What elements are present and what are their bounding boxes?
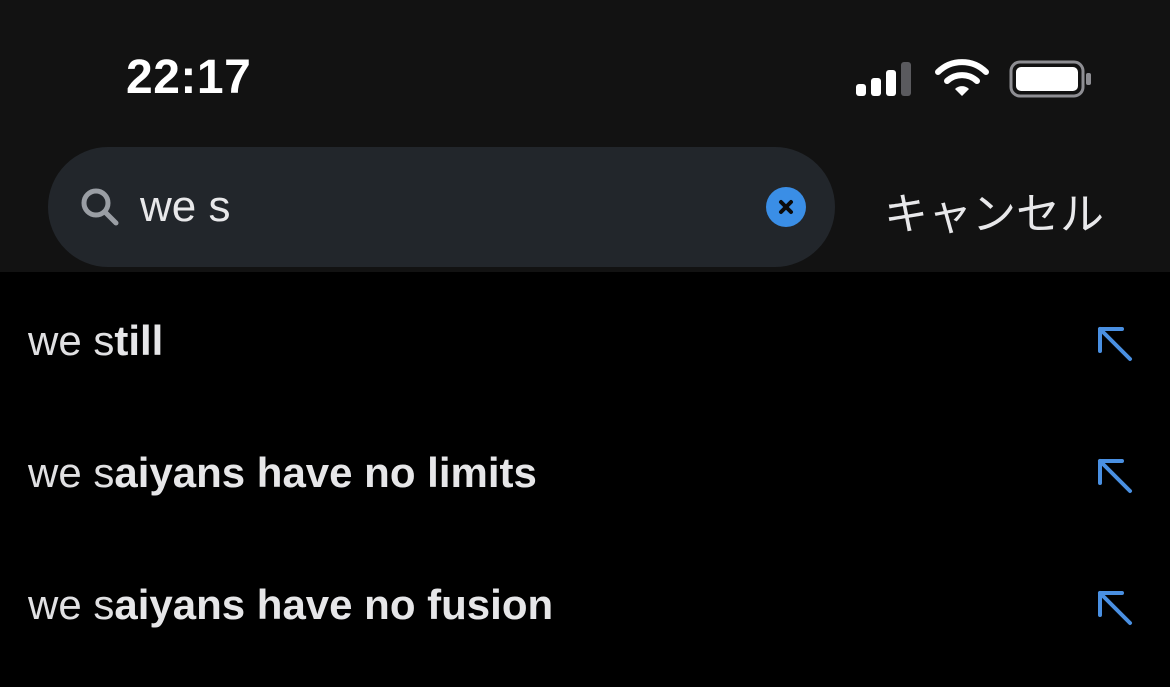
search-icon xyxy=(80,187,120,227)
search-input[interactable] xyxy=(140,177,740,237)
suggestion-prefix: we s xyxy=(28,581,115,628)
suggestion-completion: till xyxy=(114,317,164,364)
suggestion-item[interactable]: we still xyxy=(0,275,1170,407)
cancel-button[interactable]: キャンセル xyxy=(884,178,1104,242)
search-bar[interactable] xyxy=(48,147,835,267)
suggestion-item[interactable]: we saiyans have no limits xyxy=(0,407,1170,539)
suggestion-text: we still xyxy=(28,317,163,365)
battery-icon xyxy=(1009,60,1093,100)
clear-search-button[interactable] xyxy=(766,187,806,227)
wifi-icon xyxy=(934,58,990,98)
search-header: 22:17 we s キャンセル xyxy=(0,0,1170,272)
suggestion-completion: aiyans have no fusion xyxy=(114,581,554,628)
suggestion-text: we saiyans have no fusion xyxy=(28,581,553,629)
status-time: 22:17 xyxy=(126,51,252,104)
suggestion-prefix: we s xyxy=(28,449,115,496)
suggestion-prefix: we s xyxy=(28,317,115,364)
close-icon xyxy=(779,200,793,214)
cellular-signal-icon xyxy=(854,58,914,98)
status-icons xyxy=(854,58,1094,98)
suggestion-item[interactable]: we saiyans have no fusion xyxy=(0,539,1170,671)
fill-query-arrow-icon[interactable] xyxy=(1094,323,1134,363)
suggestion-text: we saiyans have no limits xyxy=(28,449,537,497)
fill-query-arrow-icon[interactable] xyxy=(1094,587,1134,627)
suggestion-completion: aiyans have no limits xyxy=(114,449,537,496)
fill-query-arrow-icon[interactable] xyxy=(1094,455,1134,495)
